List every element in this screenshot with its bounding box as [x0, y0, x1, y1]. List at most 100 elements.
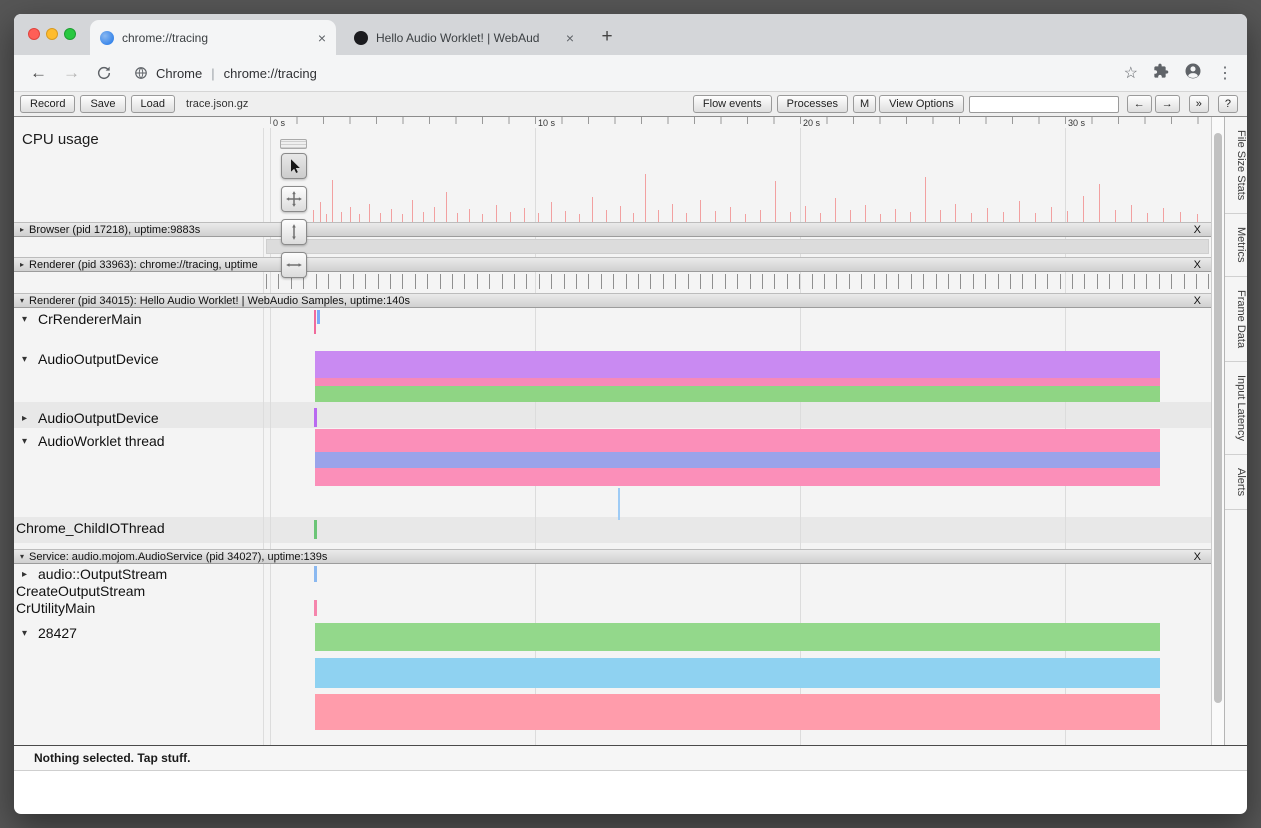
- trace-event-tick[interactable]: [1196, 274, 1197, 289]
- thread-label-28427[interactable]: ▾ 28427: [22, 624, 77, 642]
- flow-events-button[interactable]: Flow events: [693, 95, 772, 113]
- browser-menu-icon[interactable]: ⋮: [1217, 63, 1233, 83]
- bookmark-star-icon[interactable]: ☆: [1124, 63, 1138, 83]
- trace-event-tick[interactable]: [365, 274, 366, 289]
- trace-event-tick[interactable]: [923, 274, 924, 289]
- expand-caret-icon[interactable]: ▾: [20, 296, 24, 305]
- trace-slice-bar[interactable]: [315, 378, 1160, 386]
- timing-tool-button[interactable]: [281, 252, 307, 278]
- trace-event-tick[interactable]: [613, 274, 614, 289]
- process-header-audio-service[interactable]: ▾ Service: audio.mojom.AudioService (pid…: [14, 549, 1211, 564]
- zoom-tool-button[interactable]: [281, 219, 307, 245]
- trace-event-tick[interactable]: [1035, 274, 1036, 289]
- extensions-puzzle-icon[interactable]: [1153, 63, 1169, 84]
- trace-event-tick[interactable]: [1146, 274, 1147, 289]
- trace-event-tick[interactable]: [328, 274, 329, 289]
- trace-event-tick[interactable]: [489, 274, 490, 289]
- trace-event-tick[interactable]: [688, 274, 689, 289]
- trace-event-tick[interactable]: [1047, 274, 1048, 289]
- trace-event-tick[interactable]: [1134, 274, 1135, 289]
- trace-event-tick[interactable]: [1184, 274, 1185, 289]
- tab-alerts[interactable]: Alerts: [1225, 455, 1247, 510]
- trace-event-mark[interactable]: [317, 310, 320, 324]
- trace-event-tick[interactable]: [464, 274, 465, 289]
- trace-event-mark[interactable]: [618, 488, 620, 520]
- thread-label-audiooutputdevice-1[interactable]: ▾ AudioOutputDevice: [22, 350, 159, 368]
- trace-event-mark[interactable]: [314, 520, 317, 539]
- trace-event-tick[interactable]: [390, 274, 391, 289]
- trace-event-tick[interactable]: [539, 274, 540, 289]
- thread-label-audioworklet[interactable]: ▾ AudioWorklet thread: [22, 432, 165, 450]
- trace-event-tick[interactable]: [402, 274, 403, 289]
- trace-event-tick[interactable]: [514, 274, 515, 289]
- load-button[interactable]: Load: [131, 95, 175, 113]
- trace-event-tick[interactable]: [415, 274, 416, 289]
- trace-event-tick[interactable]: [576, 274, 577, 289]
- trace-event-tick[interactable]: [737, 274, 738, 289]
- trace-event-mark[interactable]: [314, 600, 317, 616]
- trace-event-tick[interactable]: [1122, 274, 1123, 289]
- tab-close-icon[interactable]: ×: [566, 30, 574, 46]
- back-icon[interactable]: ←: [30, 63, 47, 83]
- trace-event-tick[interactable]: [824, 274, 825, 289]
- traffic-light-close[interactable]: [28, 28, 40, 40]
- trace-event-tick[interactable]: [812, 274, 813, 289]
- thread-label-outputstream[interactable]: ▸ audio::OutputStream: [22, 565, 167, 583]
- vertical-scrollbar[interactable]: [1211, 117, 1224, 745]
- browser-overview-bar[interactable]: [266, 239, 1209, 254]
- trace-event-tick[interactable]: [911, 274, 912, 289]
- tab-tracing[interactable]: chrome://tracing ×: [90, 20, 336, 55]
- trace-event-tick[interactable]: [588, 274, 589, 289]
- omnibox[interactable]: Chrome | chrome://tracing: [134, 66, 317, 81]
- tab-close-icon[interactable]: ×: [318, 30, 326, 46]
- trace-event-tick[interactable]: [378, 274, 379, 289]
- trace-event-tick[interactable]: [787, 274, 788, 289]
- trace-event-tick[interactable]: [626, 274, 627, 289]
- trace-event-tick[interactable]: [1097, 274, 1098, 289]
- trace-event-tick[interactable]: [675, 274, 676, 289]
- trace-event-tick[interactable]: [440, 274, 441, 289]
- trace-event-tick[interactable]: [1022, 274, 1023, 289]
- trace-event-tick[interactable]: [601, 274, 602, 289]
- tab-metrics[interactable]: Metrics: [1225, 214, 1247, 276]
- trace-event-tick[interactable]: [799, 274, 800, 289]
- trace-event-tick[interactable]: [774, 274, 775, 289]
- process-header-browser[interactable]: ▸ Browser (pid 17218), uptime:9883s X: [14, 222, 1211, 237]
- find-prev-button[interactable]: ←: [1127, 95, 1152, 113]
- trace-slice-bar[interactable]: [315, 452, 1160, 468]
- close-process-button[interactable]: X: [1194, 224, 1201, 236]
- pan-tool-button[interactable]: [281, 186, 307, 212]
- process-header-renderer-webaudio[interactable]: ▾ Renderer (pid 34015): Hello Audio Work…: [14, 293, 1211, 308]
- close-process-button[interactable]: X: [1194, 259, 1201, 271]
- close-process-button[interactable]: X: [1194, 295, 1201, 307]
- thread-label-createoutputstream[interactable]: CreateOutputStream: [16, 582, 145, 600]
- trace-slice-bar[interactable]: [315, 658, 1160, 688]
- forward-icon[interactable]: →: [63, 63, 80, 83]
- trace-event-tick[interactable]: [849, 274, 850, 289]
- processes-button[interactable]: Processes: [777, 95, 848, 113]
- reload-icon[interactable]: [96, 65, 112, 81]
- new-tab-button[interactable]: +: [594, 24, 620, 50]
- trace-event-tick[interactable]: [861, 274, 862, 289]
- trace-event-tick[interactable]: [936, 274, 937, 289]
- trace-slice-bar[interactable]: [315, 468, 1160, 486]
- trace-event-tick[interactable]: [836, 274, 837, 289]
- tab-input-latency[interactable]: Input Latency: [1225, 362, 1247, 455]
- trace-event-tick[interactable]: [353, 274, 354, 289]
- trace-event-tick[interactable]: [452, 274, 453, 289]
- trace-slice-bar[interactable]: [315, 386, 1160, 402]
- trace-event-tick[interactable]: [898, 274, 899, 289]
- palette-drag-handle[interactable]: [280, 139, 307, 149]
- trace-event-tick[interactable]: [985, 274, 986, 289]
- find-next-button[interactable]: →: [1155, 95, 1180, 113]
- trace-slice-bar[interactable]: [315, 351, 1160, 378]
- thread-label-childiothread[interactable]: Chrome_ChildIOThread: [16, 519, 165, 537]
- trace-slice-bar[interactable]: [315, 623, 1160, 651]
- trace-event-tick[interactable]: [1171, 274, 1172, 289]
- trace-event-tick[interactable]: [1208, 274, 1209, 289]
- trace-event-tick[interactable]: [762, 274, 763, 289]
- save-button[interactable]: Save: [80, 95, 125, 113]
- trace-event-tick[interactable]: [960, 274, 961, 289]
- trace-event-tick[interactable]: [502, 274, 503, 289]
- close-process-button[interactable]: X: [1194, 551, 1201, 563]
